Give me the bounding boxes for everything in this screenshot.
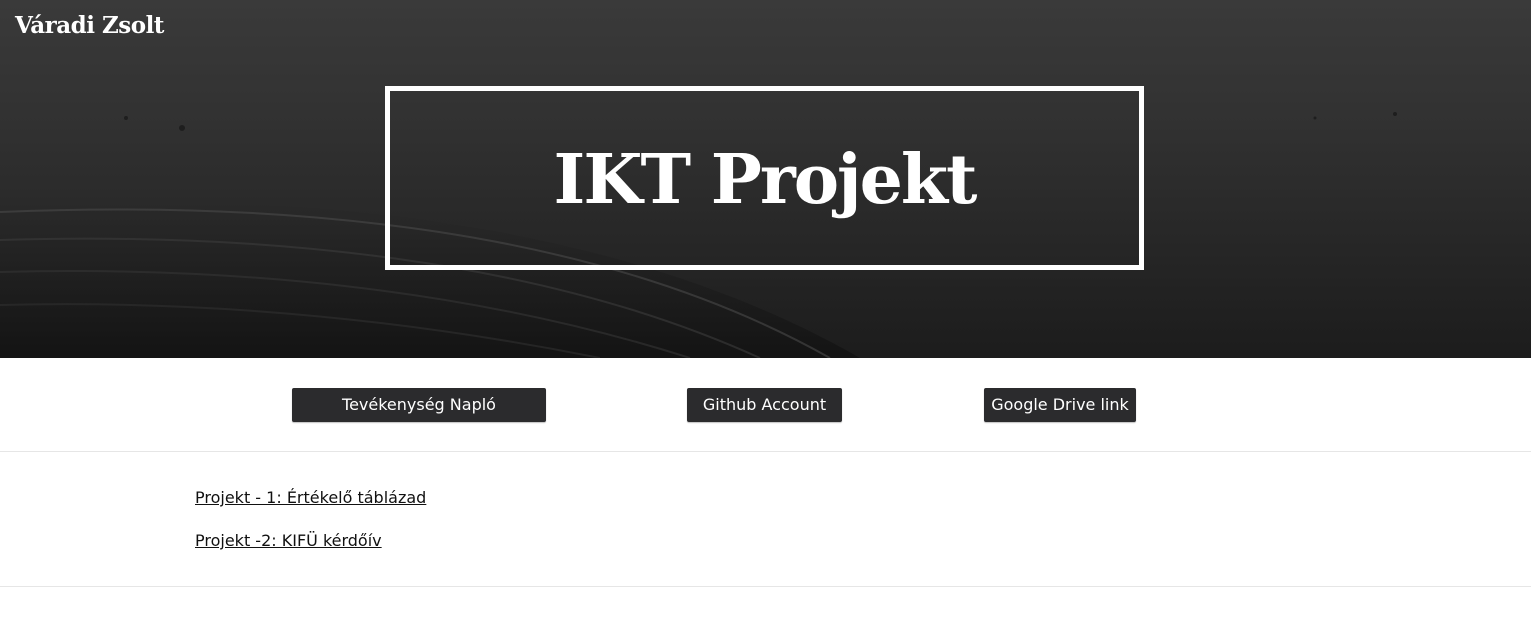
project-2-link[interactable]: Projekt -2: KIFÜ kérdőív: [195, 530, 382, 552]
project-links: Projekt - 1: Értékelő táblázad Projekt -…: [0, 452, 1531, 587]
button-bar: Tevékenység Napló Github Account Google …: [0, 358, 1531, 452]
activity-log-button[interactable]: Tevékenység Napló: [292, 388, 546, 422]
google-drive-button[interactable]: Google Drive link: [984, 388, 1136, 422]
hero-title-frame: IKT Projekt: [385, 86, 1144, 270]
github-account-button[interactable]: Github Account: [687, 388, 842, 422]
hero-title: IKT Projekt: [553, 140, 978, 220]
site-title[interactable]: Váradi Zsolt: [15, 10, 164, 42]
hero-banner: Váradi Zsolt IKT Projekt: [0, 0, 1531, 358]
project-1-link[interactable]: Projekt - 1: Értékelő táblázad: [195, 487, 426, 509]
